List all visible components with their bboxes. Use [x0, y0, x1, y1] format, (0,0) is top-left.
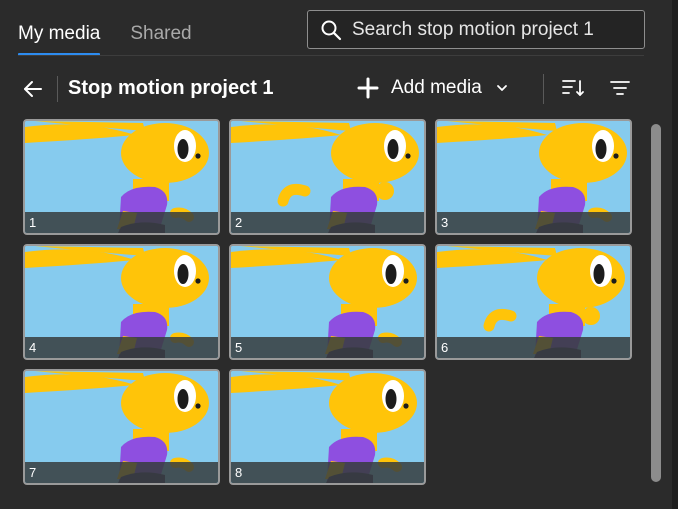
filter-button[interactable]	[609, 79, 631, 102]
plus-icon	[357, 77, 379, 99]
media-thumbnail[interactable]: 5	[229, 244, 426, 360]
search-box[interactable]	[307, 10, 645, 49]
toolbar-divider-2	[543, 74, 544, 104]
media-thumbnail[interactable]: 8	[229, 369, 426, 485]
add-media-button[interactable]: Add media	[357, 74, 508, 102]
media-thumbnail[interactable]: 1	[23, 119, 220, 235]
add-media-label: Add media	[391, 77, 482, 98]
media-label: 2	[231, 212, 424, 233]
tabs-divider	[18, 55, 644, 56]
chevron-down-icon[interactable]	[496, 82, 508, 94]
filter-icon	[610, 81, 630, 95]
panel-edge	[672, 0, 678, 509]
project-title: Stop motion project 1	[68, 77, 274, 99]
scrollbar-thumb[interactable]	[651, 124, 661, 482]
tab-shared[interactable]: Shared	[130, 18, 191, 54]
media-label: 5	[231, 337, 424, 358]
tab-my-media[interactable]: My media	[18, 18, 101, 56]
media-label: 6	[437, 337, 630, 358]
media-label: 4	[25, 337, 218, 358]
media-label: 7	[25, 462, 218, 483]
back-button[interactable]	[20, 76, 46, 102]
media-label: 8	[231, 462, 424, 483]
search-icon	[321, 20, 342, 40]
search-input[interactable]	[352, 18, 644, 41]
media-thumbnail[interactable]: 6	[435, 244, 632, 360]
media-thumbnail[interactable]: 2	[229, 119, 426, 235]
media-label: 1	[25, 212, 218, 233]
arrow-left-icon	[24, 81, 42, 97]
media-tabs: My media Shared	[18, 18, 192, 56]
sort-icon	[562, 80, 584, 96]
toolbar-divider	[57, 76, 58, 102]
media-label: 3	[437, 212, 630, 233]
media-thumbnail[interactable]: 7	[23, 369, 220, 485]
toolbar: Stop motion project 1 Add media	[0, 66, 678, 110]
media-thumbnail[interactable]: 4	[23, 244, 220, 360]
media-thumbnail[interactable]: 3	[435, 119, 632, 235]
sort-button[interactable]	[561, 77, 585, 104]
scrollbar[interactable]	[651, 124, 661, 482]
